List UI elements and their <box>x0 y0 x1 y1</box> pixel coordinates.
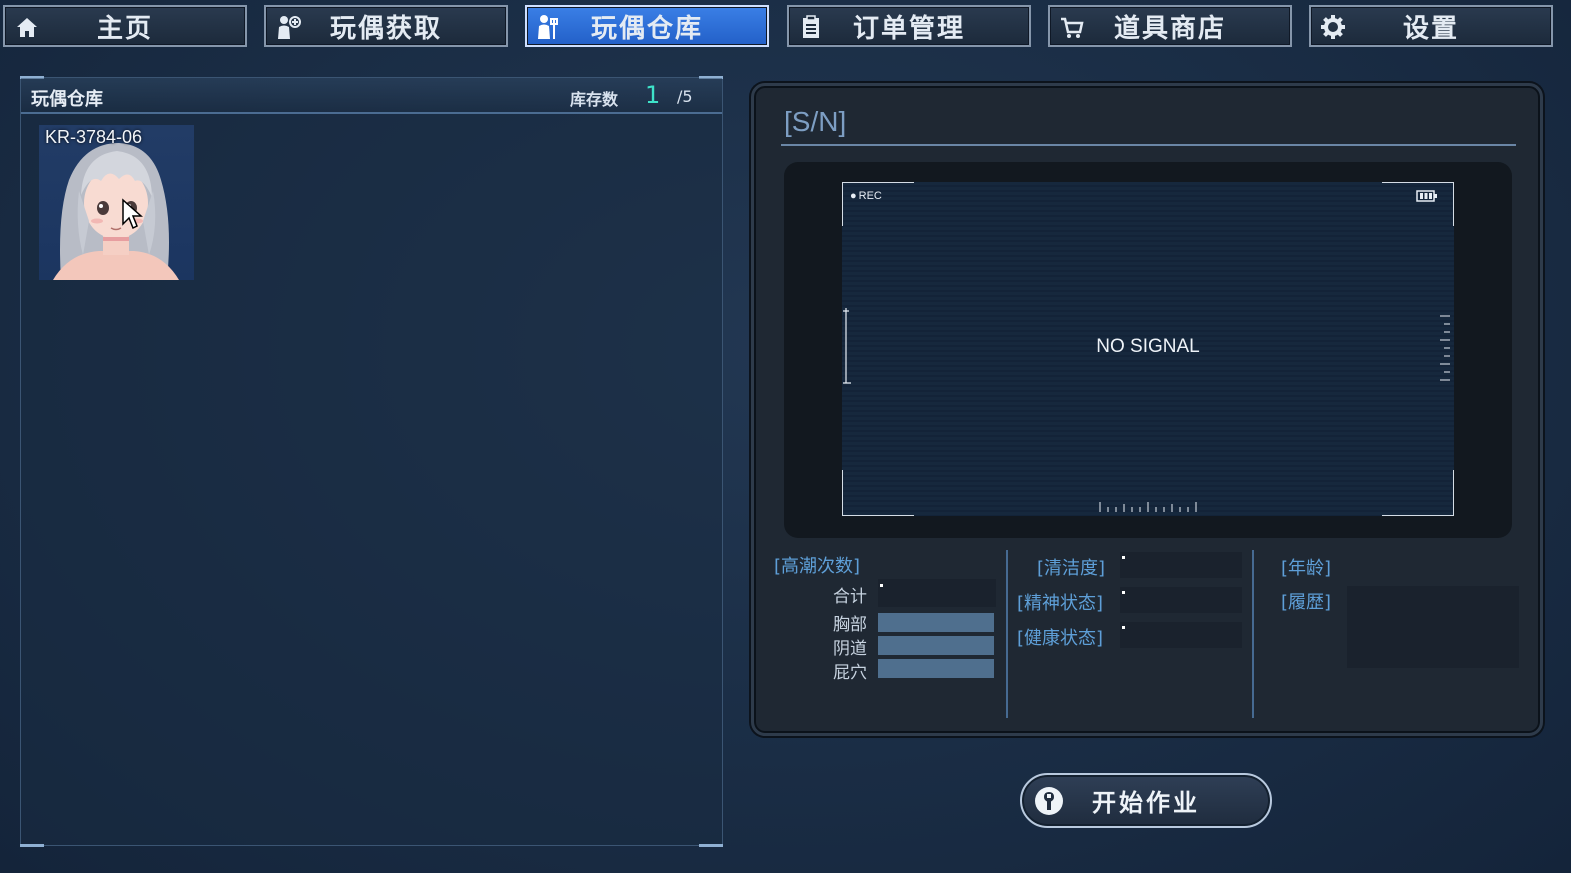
mental-state-label: [精神状态] <box>1017 593 1104 614</box>
health-state-label: [健康状态] <box>1017 628 1104 649</box>
cart-icon <box>1061 17 1084 38</box>
battery-icon <box>1416 190 1437 202</box>
warehouse-header: 玩偶仓库 库存数 1 /5 <box>21 78 722 114</box>
orgasm-count-label: [高潮次数] <box>774 556 861 577</box>
doll-portrait <box>53 143 179 280</box>
nav-item-shop-label: 道具商店 <box>1113 13 1226 44</box>
cleanliness-value <box>1120 552 1242 578</box>
value-marker <box>880 584 883 587</box>
nav-home-label: 主页 <box>96 13 153 44</box>
stock-label: 库存数 <box>570 90 619 109</box>
orgasm-anal-label: 屁穴 <box>833 663 867 683</box>
orgasm-vagina-bar <box>878 636 994 655</box>
wrench-icon <box>1035 787 1063 815</box>
orgasm-total-value <box>878 579 996 607</box>
column-divider <box>1252 550 1254 718</box>
camera-monitor: REC <box>784 162 1512 538</box>
doll-acquire-icon <box>278 16 301 39</box>
serial-number-label: [S/N] <box>784 106 847 137</box>
panel-corner <box>699 844 723 847</box>
warehouse-panel: 玩偶仓库 库存数 1 /5 KR-3784-06 <box>20 76 723 847</box>
viewfinder-corner <box>1382 470 1454 516</box>
nav-order-management-button[interactable]: 订单管理 <box>787 5 1031 47</box>
panel-corner <box>20 844 44 847</box>
nav-doll-warehouse-button[interactable]: 玩偶仓库 <box>525 5 769 47</box>
doll-card[interactable]: KR-3784-06 <box>39 125 194 280</box>
divider <box>781 144 1516 146</box>
history-value <box>1347 586 1519 668</box>
nav-doll-acquire-button[interactable]: 玩偶获取 <box>264 5 508 47</box>
doll-detail-panel: [S/N] REC <box>751 83 1543 736</box>
nav-settings-label: 设置 <box>1402 13 1459 44</box>
doll-warehouse-icon <box>538 15 558 39</box>
column-divider <box>1006 550 1008 718</box>
nav-doll-warehouse-label: 玩偶仓库 <box>590 13 703 44</box>
value-marker <box>1122 626 1125 629</box>
home-icon <box>17 18 37 37</box>
value-marker <box>1122 591 1125 594</box>
mental-state-value <box>1120 587 1242 613</box>
nav-home-button[interactable]: 主页 <box>3 5 247 47</box>
stock-count: 1 <box>645 81 661 109</box>
orgasm-anal-bar <box>878 659 994 678</box>
history-label: [履歴] <box>1281 592 1332 613</box>
camera-screen: REC <box>842 182 1454 516</box>
nav-settings-button[interactable]: 设置 <box>1309 5 1553 47</box>
start-work-button[interactable]: 开始作业 <box>1020 773 1272 828</box>
orgasm-chest-label: 胸部 <box>833 615 867 635</box>
orgasm-chest-bar <box>878 613 994 632</box>
nav-item-shop-button[interactable]: 道具商店 <box>1048 5 1292 47</box>
clipboard-icon <box>803 15 819 38</box>
viewfinder-corner <box>842 470 914 516</box>
value-marker <box>1122 556 1125 559</box>
nav-doll-acquire-label: 玩偶获取 <box>329 13 442 44</box>
viewfinder-corner <box>842 182 914 226</box>
age-label: [年龄] <box>1281 558 1332 579</box>
top-nav: 主页 玩偶获取 玩偶仓库 订单管理 道具商店 设置 <box>3 5 1563 49</box>
orgasm-vagina-label: 阴道 <box>833 639 867 659</box>
mouse-cursor-icon <box>122 198 143 230</box>
health-state-value <box>1120 622 1242 648</box>
viewfinder-corner <box>1382 182 1454 226</box>
stock-max: /5 <box>677 87 693 106</box>
warehouse-title: 玩偶仓库 <box>31 89 103 110</box>
no-signal-text: NO SIGNAL <box>1096 336 1200 357</box>
orgasm-total-label: 合计 <box>833 587 867 607</box>
cleanliness-label: [清洁度] <box>1037 558 1106 579</box>
start-work-label: 开始作业 <box>1092 789 1200 817</box>
nav-order-management-label: 订单管理 <box>852 13 965 44</box>
ruler-icon <box>1099 502 1197 512</box>
gear-icon <box>1321 15 1345 39</box>
doll-id: KR-3784-06 <box>45 127 143 147</box>
